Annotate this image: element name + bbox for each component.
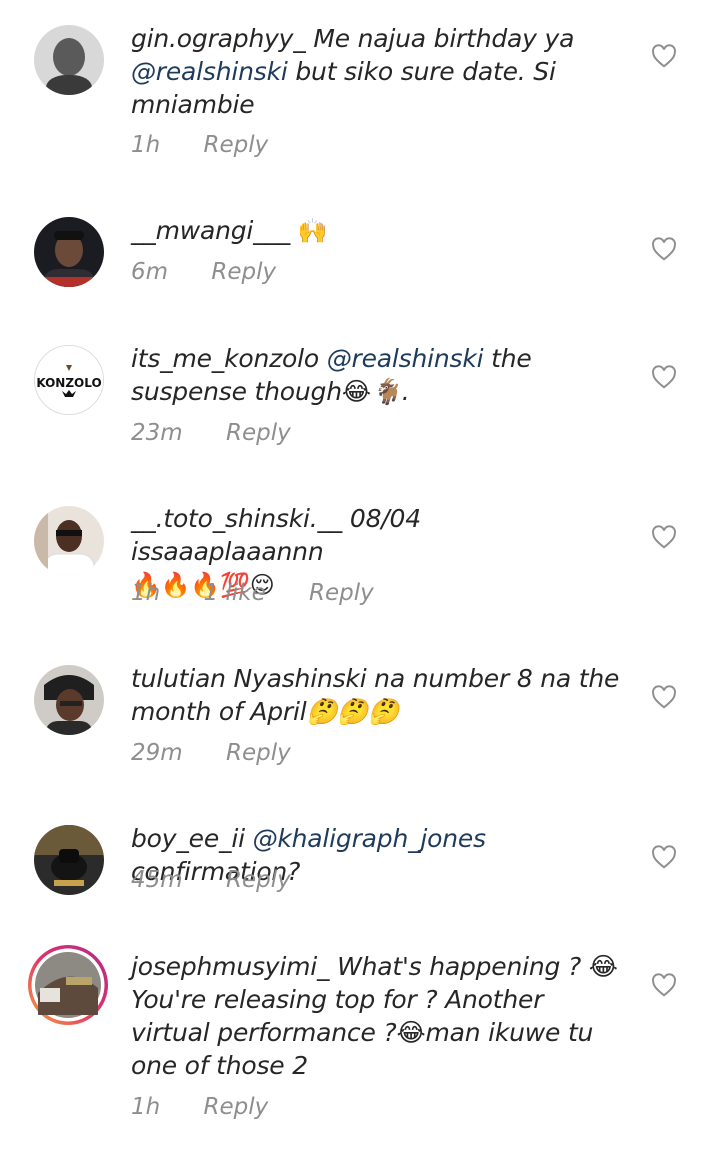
heart-icon[interactable]	[651, 237, 677, 261]
username[interactable]: tulutian	[131, 664, 226, 693]
comment-meta: 6m Reply	[131, 259, 312, 285]
reply-button[interactable]: Reply	[211, 259, 276, 285]
comment-meta: 23m Reply	[131, 420, 327, 446]
comment-body: its_me_konzolo @realshinski the suspense…	[131, 344, 532, 406]
username[interactable]: josephmusyimi_	[131, 952, 330, 981]
reply-button[interactable]: Reply	[204, 1094, 269, 1120]
comment-meta: 1h 1 like Reply	[131, 580, 410, 606]
timestamp: 29m	[131, 740, 183, 766]
avatar[interactable]	[34, 25, 104, 95]
mention-link[interactable]: @khaligraph_jones	[253, 824, 487, 853]
comment-body: __mwangi___ 🙌	[131, 216, 328, 245]
username[interactable]: __mwangi___	[131, 216, 290, 245]
reply-button[interactable]: Reply	[226, 867, 291, 893]
reply-button[interactable]: Reply	[309, 580, 374, 606]
like-count[interactable]: 1 like	[204, 580, 266, 606]
username[interactable]: gin.ographyy_	[131, 24, 306, 53]
heart-icon[interactable]	[651, 365, 677, 389]
reply-button[interactable]: Reply	[204, 132, 269, 158]
avatar-story-ring[interactable]	[26, 943, 110, 1027]
heart-icon[interactable]	[651, 44, 677, 68]
avatar[interactable]	[34, 665, 104, 735]
comment-meta: 1h Reply	[131, 1094, 304, 1120]
comment-body: gin.ographyy_ Me najua birthday ya @real…	[131, 24, 575, 119]
heart-icon[interactable]	[651, 973, 677, 997]
username[interactable]: boy_ee_ii	[131, 824, 245, 853]
comment-meta: 1h Reply	[131, 132, 304, 158]
konzolo-logo-text: KONZOLO	[36, 376, 101, 390]
avatar[interactable]	[34, 825, 104, 895]
comment-body: josephmusyimi_ What's happening ? 😂 You'…	[131, 952, 618, 1080]
timestamp: 23m	[131, 420, 183, 446]
timestamp: 6m	[131, 259, 169, 285]
username[interactable]: __.toto_shinski.__	[131, 504, 342, 533]
heart-icon[interactable]	[651, 525, 677, 549]
mention-link[interactable]: @realshinski	[327, 344, 484, 373]
heart-icon[interactable]	[651, 685, 677, 709]
comment-meta: 45m Reply	[131, 867, 327, 893]
timestamp: 1h	[131, 580, 161, 606]
mention-link[interactable]: @realshinski	[131, 57, 288, 86]
timestamp: 1h	[131, 132, 161, 158]
timestamp: 1h	[131, 1094, 161, 1120]
avatar[interactable]: KONZOLO	[34, 345, 104, 415]
avatar[interactable]	[34, 217, 104, 287]
reply-button[interactable]: Reply	[226, 740, 291, 766]
heart-icon[interactable]	[651, 845, 677, 869]
comment-meta: 29m Reply	[131, 740, 327, 766]
timestamp: 45m	[131, 867, 183, 893]
username[interactable]: its_me_konzolo	[131, 344, 319, 373]
reply-button[interactable]: Reply	[226, 420, 291, 446]
avatar[interactable]	[34, 506, 104, 576]
comment-body: tulutian Nyashinski na number 8 na the m…	[131, 664, 620, 726]
